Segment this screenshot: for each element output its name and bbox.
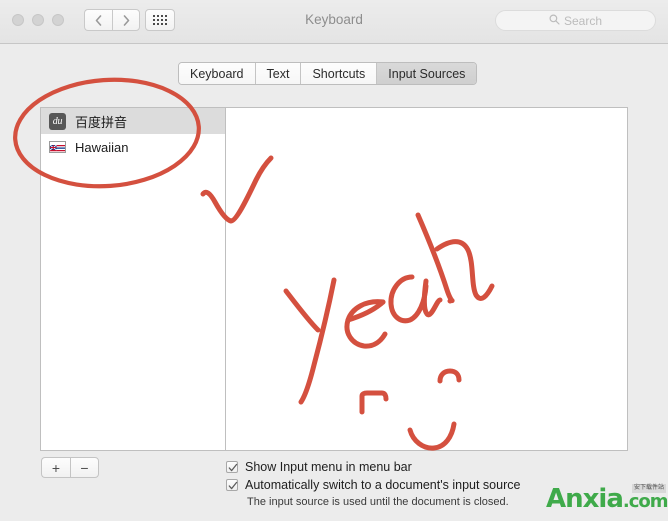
options-group: Show Input menu in menu bar Automaticall…: [226, 460, 520, 508]
hawaiian-flag-icon: [49, 141, 66, 153]
option-hint-text: The input source is used until the docum…: [247, 496, 509, 508]
preference-tabs: Keyboard Text Shortcuts Input Sources: [178, 62, 478, 85]
option-label: Automatically switch to a document's inp…: [245, 478, 521, 492]
preferences-window: Keyboard Search Keyboard Text Shortcuts …: [0, 0, 668, 521]
watermark: Anxia.com 安下载件站: [546, 484, 668, 518]
list-item-label: Hawaiian: [75, 139, 129, 155]
checkbox-checked-icon[interactable]: [226, 461, 238, 473]
list-item-label: 百度拼音: [75, 114, 128, 130]
search-icon: [549, 12, 560, 30]
tab-shortcuts[interactable]: Shortcuts: [301, 63, 378, 84]
input-source-detail-panel[interactable]: [226, 107, 628, 451]
search-placeholder: Search: [563, 13, 603, 28]
add-input-source-button[interactable]: +: [41, 457, 70, 478]
remove-input-source-button[interactable]: −: [70, 457, 99, 478]
search-input[interactable]: Search: [495, 10, 656, 31]
baidu-pinyin-icon: du: [49, 112, 66, 130]
add-remove-buttons: + −: [41, 457, 99, 478]
checkbox-checked-icon[interactable]: [226, 479, 238, 491]
option-label: Show Input menu in menu bar: [245, 460, 412, 474]
list-item[interactable]: Hawaiian: [41, 134, 225, 160]
option-auto-switch[interactable]: Automatically switch to a document's inp…: [226, 478, 520, 492]
option-show-input-menu[interactable]: Show Input menu in menu bar: [226, 460, 520, 474]
list-item[interactable]: du 百度拼音: [41, 108, 225, 134]
input-sources-list[interactable]: du 百度拼音 Hawaiian: [40, 107, 226, 451]
tab-input-sources[interactable]: Input Sources: [377, 63, 477, 84]
watermark-subtext: 安下载件站: [631, 484, 666, 493]
tab-keyboard[interactable]: Keyboard: [179, 63, 256, 84]
tab-text[interactable]: Text: [255, 63, 302, 84]
window-toolbar: Keyboard Search: [0, 0, 668, 44]
